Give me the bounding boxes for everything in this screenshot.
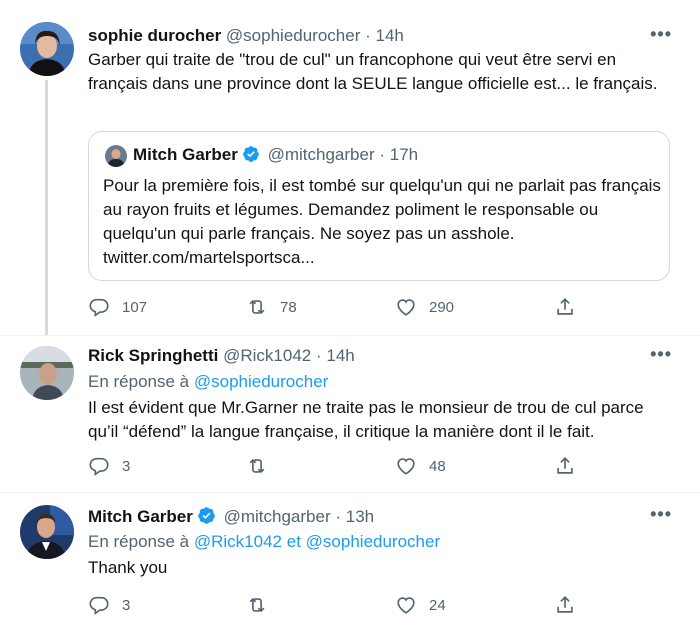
- tweet-text: Garber qui traite de "trou de cul" un fr…: [88, 50, 658, 93]
- like-button[interactable]: 24: [395, 593, 446, 617]
- share-icon: [557, 457, 573, 474]
- user-handle[interactable]: @sophiedurocher: [226, 26, 360, 45]
- reply-context: En réponse à @sophiedurocher: [88, 372, 328, 392]
- more-options-icon[interactable]: •••: [650, 344, 672, 365]
- quoted-display-name: Mitch Garber: [133, 145, 238, 164]
- like-button[interactable]: 48: [395, 454, 446, 478]
- tweet-header: sophie durocher @sophiedurocher · 14h: [88, 26, 404, 46]
- reply-count: 107: [122, 298, 148, 316]
- reply-prefix: En réponse à: [88, 372, 190, 391]
- separator-dot: ·: [379, 145, 386, 164]
- separator-dot: ·: [315, 346, 322, 365]
- tweet-text: Thank you: [88, 558, 168, 577]
- tweet-text: Il est évident que Mr.Garner ne traite p…: [88, 398, 644, 441]
- reply-prefix: En réponse à: [88, 532, 190, 551]
- heart-icon: [397, 299, 415, 316]
- tweet-mitch[interactable]: Mitch Garber @mitchgarber · 13h ••• En r…: [0, 493, 700, 629]
- reply-button[interactable]: 3: [88, 454, 130, 478]
- quoted-tweet[interactable]: Mitch Garber @mitchgarber · 17h Pour la …: [88, 131, 670, 281]
- avatar-mitch-small: [105, 145, 127, 167]
- timestamp[interactable]: 14h: [376, 26, 404, 45]
- quoted-text: Pour la première fois, il est tombé sur …: [103, 176, 661, 267]
- avatar-rick[interactable]: [20, 346, 74, 400]
- reply-context: En réponse à @Rick1042 et @sophieduroche…: [88, 532, 440, 552]
- like-count: 290: [429, 298, 455, 316]
- avatar-mitch[interactable]: [20, 505, 74, 559]
- retweet-count: 78: [280, 298, 297, 316]
- timestamp[interactable]: 14h: [326, 346, 354, 365]
- tweet-sophie[interactable]: sophie durocher @sophiedurocher · 14h ••…: [0, 0, 700, 336]
- reply-icon: [89, 596, 109, 615]
- mention-link[interactable]: @Rick1042: [194, 532, 282, 551]
- share-icon: [557, 596, 573, 613]
- like-count: 24: [429, 596, 446, 614]
- tweet-rick[interactable]: Rick Springhetti @Rick1042 · 14h ••• En …: [0, 336, 700, 486]
- retweet-button[interactable]: [246, 593, 280, 617]
- share-button[interactable]: [554, 295, 576, 319]
- user-handle[interactable]: @Rick1042: [223, 346, 311, 365]
- display-name[interactable]: sophie durocher: [88, 26, 221, 45]
- retweet-icon: [249, 458, 265, 474]
- like-button[interactable]: 290: [395, 295, 454, 319]
- retweet-icon: [249, 597, 265, 613]
- verified-badge-icon: [242, 145, 260, 168]
- quoted-header: Mitch Garber @mitchgarber · 17h: [133, 145, 418, 168]
- mention-link[interactable]: @sophiedurocher: [306, 532, 440, 551]
- avatar-sophie[interactable]: [20, 22, 74, 76]
- reply-button[interactable]: 107: [88, 295, 147, 319]
- retweet-button[interactable]: 78: [246, 295, 297, 319]
- retweet-button[interactable]: [246, 454, 280, 478]
- reply-count: 3: [122, 596, 131, 614]
- reply-button[interactable]: 3: [88, 593, 130, 617]
- display-name[interactable]: Mitch Garber: [88, 507, 193, 526]
- reply-and: et: [286, 532, 301, 551]
- tweet-actions: 107 78 290: [88, 295, 588, 319]
- verified-badge-icon: [197, 506, 216, 530]
- reply-icon: [89, 457, 109, 476]
- more-options-icon[interactable]: •••: [650, 24, 672, 45]
- tweet-header: Mitch Garber @mitchgarber · 13h: [88, 506, 374, 530]
- reply-count: 3: [122, 457, 131, 475]
- display-name[interactable]: Rick Springhetti: [88, 346, 218, 365]
- tweet-actions: 3 24: [88, 593, 588, 617]
- thread-line: [45, 80, 48, 336]
- user-handle[interactable]: @mitchgarber: [224, 507, 331, 526]
- like-count: 48: [429, 457, 446, 475]
- share-button[interactable]: [554, 593, 576, 617]
- retweet-icon: [249, 299, 265, 315]
- heart-icon: [397, 458, 415, 475]
- mention-link[interactable]: @sophiedurocher: [194, 372, 328, 391]
- quoted-timestamp: 17h: [389, 145, 419, 164]
- separator-dot: ·: [335, 507, 342, 526]
- separator-dot: ·: [365, 26, 371, 45]
- share-button[interactable]: [554, 454, 576, 478]
- more-options-icon[interactable]: •••: [650, 504, 672, 525]
- quoted-handle: @mitchgarber: [267, 145, 375, 164]
- tweet-header: Rick Springhetti @Rick1042 · 14h: [88, 346, 355, 366]
- reply-icon: [89, 298, 109, 317]
- timestamp[interactable]: 13h: [346, 507, 374, 526]
- share-icon: [557, 298, 573, 315]
- heart-icon: [397, 597, 415, 614]
- tweet-actions: 3 48: [88, 454, 588, 478]
